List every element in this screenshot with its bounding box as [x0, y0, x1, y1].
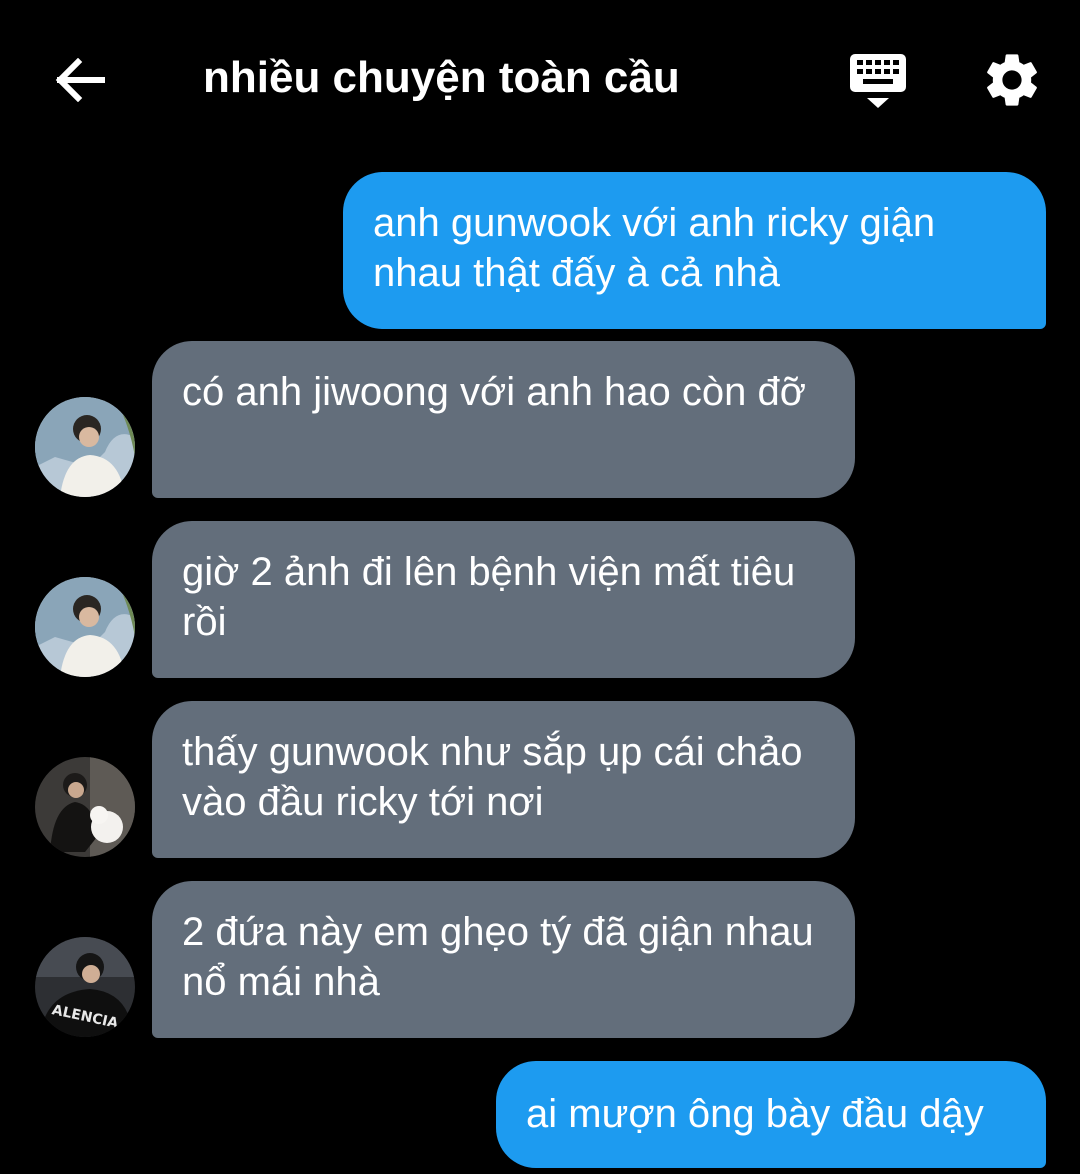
gear-icon: [987, 54, 1037, 106]
message-text: có anh jiwoong với anh hao còn đỡ: [182, 370, 806, 414]
keyboard-icon: [850, 54, 906, 108]
message-bubble-incoming[interactable]: 2 đứa này em ghẹo tý đã giận nhau nổ mái…: [152, 881, 855, 1038]
message-text: ai mượn ông bày đầu dậy: [526, 1092, 984, 1136]
message-bubble-outgoing[interactable]: anh gunwook với anh ricky giận nhau thật…: [343, 172, 1046, 329]
avatar-user-1[interactable]: [35, 577, 135, 677]
avatar-user-2[interactable]: [35, 757, 135, 857]
message-bubble-incoming[interactable]: thấy gunwook như sắp ụp cái chảo vào đầu…: [152, 701, 855, 858]
chat-header: nhiều chuyện toàn cầu: [0, 0, 1080, 155]
avatar-user-1[interactable]: [35, 397, 135, 497]
back-button[interactable]: [50, 50, 110, 110]
message-bubble-incoming[interactable]: có anh jiwoong với anh hao còn đỡ: [152, 341, 855, 498]
arrow-left-icon: [55, 58, 105, 102]
message-bubble-incoming[interactable]: giờ 2 ảnh đi lên bệnh viện mất tiêu rồi: [152, 521, 855, 678]
message-text: 2 đứa này em ghẹo tý đã giận nhau nổ mái…: [182, 910, 814, 1004]
keyboard-button[interactable]: [845, 48, 911, 112]
message-text: giờ 2 ảnh đi lên bệnh viện mất tiêu rồi: [182, 550, 796, 644]
message-bubble-outgoing[interactable]: ai mượn ông bày đầu dậy: [496, 1061, 1046, 1168]
avatar-user-3[interactable]: ALENCIA: [35, 937, 135, 1037]
message-text: thấy gunwook như sắp ụp cái chảo vào đầu…: [182, 730, 803, 824]
conversation-title: nhiều chuyện toàn cầu: [203, 53, 680, 102]
settings-button[interactable]: [980, 48, 1044, 112]
message-text: anh gunwook với anh ricky giận nhau thật…: [373, 201, 936, 295]
